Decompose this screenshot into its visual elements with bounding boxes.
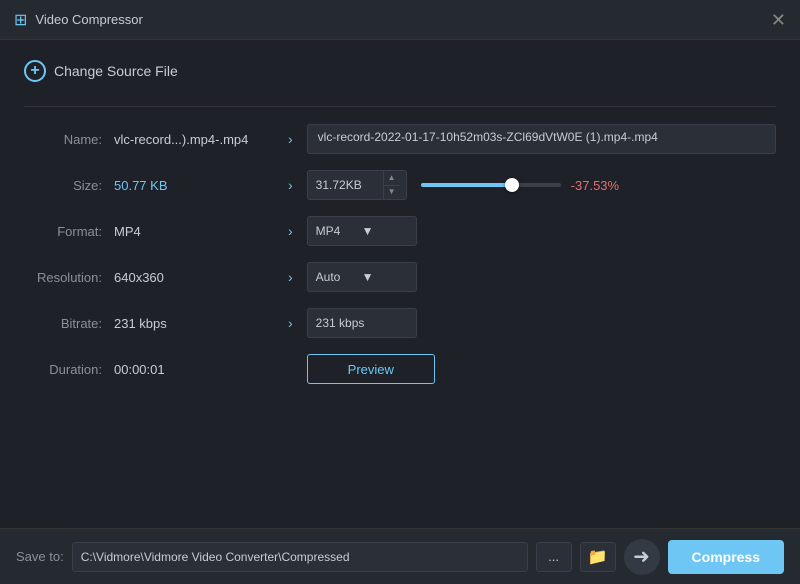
title-bar: ⊞ Video Compressor ✕: [0, 0, 800, 40]
format-select[interactable]: MP4 ▼: [307, 216, 417, 246]
resolution-value: 640x360: [114, 270, 274, 285]
bitrate-arrow-icon: ›: [288, 315, 293, 331]
size-spinners: ▲ ▼: [383, 171, 400, 199]
resolution-select[interactable]: Auto ▼: [307, 262, 417, 292]
compress-button[interactable]: Compress: [668, 540, 784, 574]
duration-control-area: Preview: [307, 354, 776, 384]
size-input[interactable]: [308, 178, 383, 192]
format-dropdown-icon: ▼: [362, 224, 408, 238]
bitrate-value: 231 kbps: [114, 316, 274, 331]
size-label: Size:: [24, 178, 114, 193]
resolution-row: Resolution: 640x360 › Auto ▼: [24, 261, 776, 293]
window-title: Video Compressor: [35, 12, 142, 27]
bottom-bar: Save to: ... 📁 ➜ Compress: [0, 528, 800, 584]
title-bar-left: ⊞ Video Compressor: [14, 10, 143, 30]
size-input-wrap: ▲ ▼: [307, 170, 407, 200]
resolution-control-area: Auto ▼: [307, 262, 776, 292]
duration-row: Duration: 00:00:01 › Preview: [24, 353, 776, 385]
change-source-button[interactable]: + Change Source File: [24, 56, 178, 86]
duration-label: Duration:: [24, 362, 114, 377]
resolution-dropdown-icon: ▼: [362, 270, 408, 284]
arrow-indicator: ➜: [624, 539, 660, 575]
size-up-button[interactable]: ▲: [384, 171, 400, 186]
open-folder-button[interactable]: 📁: [580, 542, 616, 572]
divider: [24, 106, 776, 107]
bitrate-input[interactable]: [307, 308, 417, 338]
name-output-area: vlc-record-2022-01-17-10h52m03s-ZCl69dVt…: [307, 124, 776, 154]
format-select-value: MP4: [316, 224, 362, 238]
browse-dots-button[interactable]: ...: [536, 542, 572, 572]
name-value: vlc-record...).mp4-.mp4: [114, 132, 274, 147]
slider-track[interactable]: [421, 183, 561, 187]
main-content: + Change Source File Name: vlc-record...…: [0, 40, 800, 385]
save-path-input[interactable]: [72, 542, 528, 572]
change-source-label: Change Source File: [54, 63, 178, 79]
slider-percent: -37.53%: [571, 178, 627, 193]
save-to-label: Save to:: [16, 549, 64, 564]
size-down-button[interactable]: ▼: [384, 186, 400, 200]
app-icon: ⊞: [14, 10, 27, 30]
slider-thumb[interactable]: [505, 178, 519, 192]
bitrate-control-area: [307, 308, 776, 338]
resolution-label: Resolution:: [24, 270, 114, 285]
arrow-right-icon: ➜: [633, 544, 650, 569]
slider-fill: [421, 183, 512, 187]
size-arrow-icon: ›: [288, 177, 293, 193]
close-button[interactable]: ✕: [771, 11, 786, 29]
format-control-area: MP4 ▼: [307, 216, 776, 246]
format-row: Format: MP4 › MP4 ▼: [24, 215, 776, 247]
resolution-select-value: Auto: [316, 270, 362, 284]
size-value: 50.77 KB: [114, 178, 274, 193]
name-arrow-icon: ›: [288, 131, 293, 147]
format-value: MP4: [114, 224, 274, 239]
name-label: Name:: [24, 132, 114, 147]
folder-icon: 📁: [588, 547, 608, 567]
size-slider-container[interactable]: -37.53%: [421, 178, 627, 193]
format-label: Format:: [24, 224, 114, 239]
bitrate-row: Bitrate: 231 kbps ›: [24, 307, 776, 339]
bitrate-label: Bitrate:: [24, 316, 114, 331]
size-control-area: ▲ ▼ -37.53%: [307, 170, 776, 200]
name-row: Name: vlc-record...).mp4-.mp4 › vlc-reco…: [24, 123, 776, 155]
duration-value: 00:00:01: [114, 362, 274, 377]
resolution-arrow-icon: ›: [288, 269, 293, 285]
format-arrow-icon: ›: [288, 223, 293, 239]
plus-circle-icon: +: [24, 60, 46, 82]
preview-button[interactable]: Preview: [307, 354, 435, 384]
size-row: Size: 50.77 KB › ▲ ▼ -37.53%: [24, 169, 776, 201]
name-output-field: vlc-record-2022-01-17-10h52m03s-ZCl69dVt…: [307, 124, 776, 154]
